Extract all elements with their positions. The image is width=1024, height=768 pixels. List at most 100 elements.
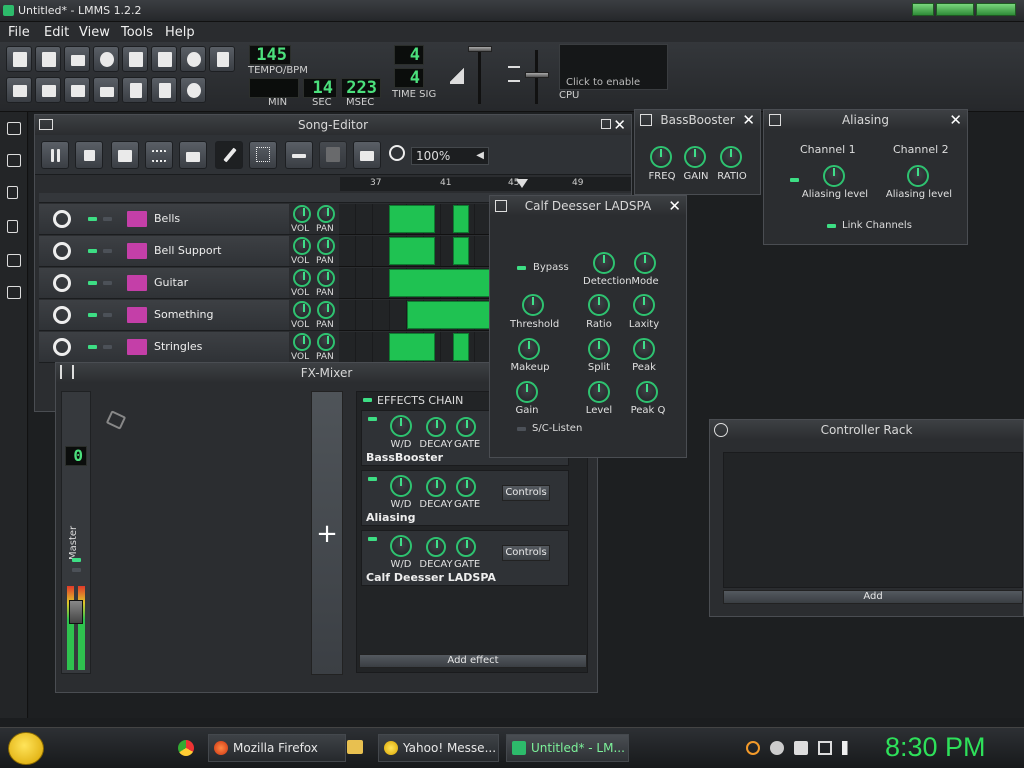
tempo-display[interactable]: 145	[249, 45, 291, 65]
metronome-button[interactable]	[209, 46, 235, 72]
track-name[interactable]: Bells	[154, 212, 180, 225]
zoom-select[interactable]: 100% ◀	[411, 147, 489, 165]
track-settings-gear-icon[interactable]	[53, 242, 71, 260]
add-sample-track-button[interactable]	[145, 141, 173, 169]
time-sig-denominator[interactable]: 4	[394, 68, 424, 88]
cpu-graph[interactable]: Click to enable	[559, 44, 668, 90]
timeline-ruler[interactable]: 37 41 45 49	[340, 177, 631, 191]
effect-decay-knob[interactable]	[426, 417, 446, 437]
track-mute-led[interactable]	[88, 313, 97, 317]
pattern-block[interactable]	[453, 237, 469, 265]
track-volume-knob[interactable]	[293, 237, 311, 255]
effect-wet-dry-knob[interactable]	[390, 535, 412, 557]
root-directory-icon[interactable]	[7, 286, 21, 299]
track-settings-gear-icon[interactable]	[53, 338, 71, 356]
menu-file[interactable]: File	[8, 25, 30, 40]
bassbooster-close-button[interactable]: ✕	[742, 111, 755, 129]
taskbar-firefox[interactable]: Mozilla Firefox	[208, 734, 346, 762]
deesser-close-button[interactable]: ✕	[668, 197, 681, 215]
mail-blocked-icon[interactable]	[794, 741, 808, 755]
menu-view[interactable]: View	[79, 25, 110, 40]
chrome-launcher-icon[interactable]	[178, 740, 194, 756]
whats-this-button[interactable]	[180, 46, 206, 72]
bypass-led[interactable]	[517, 266, 526, 270]
aliasing-close-button[interactable]: ✕	[949, 111, 962, 129]
effect-wet-dry-knob[interactable]	[390, 415, 412, 437]
track-name[interactable]: Stringles	[154, 340, 202, 353]
track-settings-gear-icon[interactable]	[53, 210, 71, 228]
gain-knob[interactable]	[516, 381, 538, 403]
send-knob-icon[interactable]	[105, 410, 127, 430]
my-samples-icon[interactable]	[7, 186, 18, 199]
my-projects-icon[interactable]	[7, 154, 21, 167]
track-pan-knob[interactable]	[317, 237, 335, 255]
save-project-button[interactable]	[122, 46, 148, 72]
pattern-block[interactable]	[453, 205, 469, 233]
song-editor-restore-button[interactable]	[601, 119, 611, 129]
track-volume-knob[interactable]	[293, 333, 311, 351]
taskbar-lmms[interactable]: Untitled* - LM...	[506, 734, 629, 762]
track-solo-led[interactable]	[103, 281, 112, 285]
master-fader[interactable]	[69, 600, 83, 624]
track-volume-knob[interactable]	[293, 205, 311, 223]
mode-knob[interactable]	[634, 252, 656, 274]
file-manager-icon[interactable]	[347, 740, 363, 754]
stop-behaviour-button[interactable]	[353, 141, 381, 169]
effect-gate-knob[interactable]	[456, 477, 476, 497]
pattern-block[interactable]	[389, 333, 435, 361]
piano-roll-toggle[interactable]	[64, 77, 90, 103]
peak-knob[interactable]	[633, 338, 655, 360]
channel1-aliasing-knob[interactable]	[823, 165, 845, 187]
channel2-aliasing-knob[interactable]	[907, 165, 929, 187]
track-solo-led[interactable]	[103, 249, 112, 253]
draw-mode-button[interactable]	[215, 141, 243, 169]
track-name[interactable]: Guitar	[154, 276, 188, 289]
link-channels-led[interactable]	[827, 224, 836, 228]
master-solo-led[interactable]	[72, 568, 81, 572]
track-solo-led[interactable]	[103, 313, 112, 317]
track-name[interactable]: Bell Support	[154, 244, 221, 257]
open-project-button[interactable]	[64, 46, 90, 72]
maximize-button[interactable]	[936, 3, 974, 16]
beat-bassline-editor-toggle[interactable]	[35, 77, 61, 103]
add-automation-track-button[interactable]	[179, 141, 207, 169]
playhead-marker[interactable]	[516, 179, 528, 188]
song-editor-toggle[interactable]	[6, 77, 32, 103]
split-knob[interactable]	[588, 338, 610, 360]
master-mute-led[interactable]	[72, 558, 81, 562]
track-pan-knob[interactable]	[317, 333, 335, 351]
pattern-block[interactable]	[389, 205, 435, 233]
fx-mixer-toggle[interactable]	[122, 77, 148, 103]
track-solo-led[interactable]	[103, 345, 112, 349]
stop-button[interactable]	[75, 141, 103, 169]
effect-decay-knob[interactable]	[426, 477, 446, 497]
add-beat-bassline-button[interactable]	[111, 141, 139, 169]
project-notes-toggle[interactable]	[151, 77, 177, 103]
laxity-knob[interactable]	[633, 294, 655, 316]
master-channel-strip[interactable]: 0 Master	[61, 391, 91, 674]
menu-tools[interactable]: Tools	[121, 25, 153, 40]
add-controller-button[interactable]: Add	[723, 590, 1023, 604]
taskbar-yahoo-messenger[interactable]: Yahoo! Messe...	[378, 734, 499, 762]
ratio-knob[interactable]	[588, 294, 610, 316]
makeup-knob[interactable]	[518, 338, 540, 360]
effect-slot[interactable]: W/D DECAY GATE Aliasing Controls	[361, 470, 569, 526]
menu-edit[interactable]: Edit	[44, 25, 69, 40]
effect-controls-button[interactable]: Controls	[502, 545, 550, 561]
track-solo-led[interactable]	[103, 217, 112, 221]
track-pan-knob[interactable]	[317, 301, 335, 319]
controller-rack-toggle[interactable]	[180, 77, 206, 103]
search-icon[interactable]	[746, 741, 760, 755]
detection-knob[interactable]	[593, 252, 615, 274]
minimize-button[interactable]	[912, 3, 934, 16]
master-volume-slider[interactable]	[468, 46, 492, 52]
pattern-block[interactable]	[389, 237, 435, 265]
edit-mode-button[interactable]	[249, 141, 277, 169]
track-mute-led[interactable]	[88, 345, 97, 349]
track-volume-knob[interactable]	[293, 301, 311, 319]
volume-icon[interactable]	[842, 741, 856, 755]
menu-help[interactable]: Help	[165, 25, 195, 40]
song-editor-close-button[interactable]: ✕	[613, 116, 626, 134]
aliasing-enable-led[interactable]	[790, 178, 799, 182]
pattern-block[interactable]	[453, 333, 469, 361]
